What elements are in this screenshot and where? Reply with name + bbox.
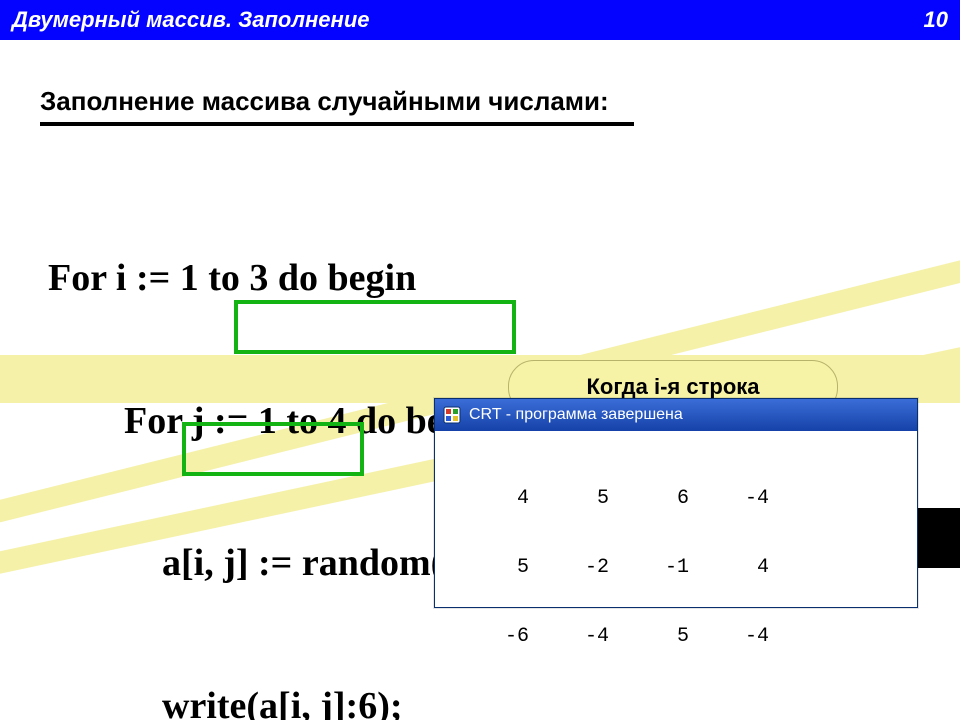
section-heading: Заполнение массива случайными числами: <box>40 86 609 117</box>
header-bar: Двумерный массив. Заполнение 10 <box>0 0 960 40</box>
slide: Двумерный массив. Заполнение 10 Заполнен… <box>0 0 960 720</box>
cell: -4 <box>689 487 769 510</box>
console-row: -6-45-4 <box>449 625 903 648</box>
console-window: CRT - программа завершена 456-4 5-2-14 -… <box>434 398 918 608</box>
cell: -2 <box>529 556 609 579</box>
header-page-number: 10 <box>924 7 948 33</box>
cell: 5 <box>529 487 609 510</box>
cell: 5 <box>449 556 529 579</box>
highlight-box-writeln <box>182 422 364 476</box>
cell: -6 <box>449 625 529 648</box>
highlight-box-write <box>234 300 516 354</box>
cell: 4 <box>449 487 529 510</box>
console-body: 456-4 5-2-14 -6-45-4 <box>435 431 917 704</box>
code-line: For i := 1 to 3 do begin <box>48 255 576 303</box>
cell: -1 <box>609 556 689 579</box>
console-row: 5-2-14 <box>449 556 903 579</box>
cell: 4 <box>689 556 769 579</box>
cell: -4 <box>529 625 609 648</box>
section-heading-underline <box>40 122 634 126</box>
cell: -4 <box>689 625 769 648</box>
console-row: 456-4 <box>449 487 903 510</box>
callout-text: Когда i-я строка <box>586 374 759 400</box>
console-titlebar: CRT - программа завершена <box>435 399 917 431</box>
header-title: Двумерный массив. Заполнение <box>12 7 370 33</box>
cell: 5 <box>609 625 689 648</box>
cell: 6 <box>609 487 689 510</box>
console-title-text: CRT - программа завершена <box>469 406 683 424</box>
app-icon <box>443 406 461 424</box>
